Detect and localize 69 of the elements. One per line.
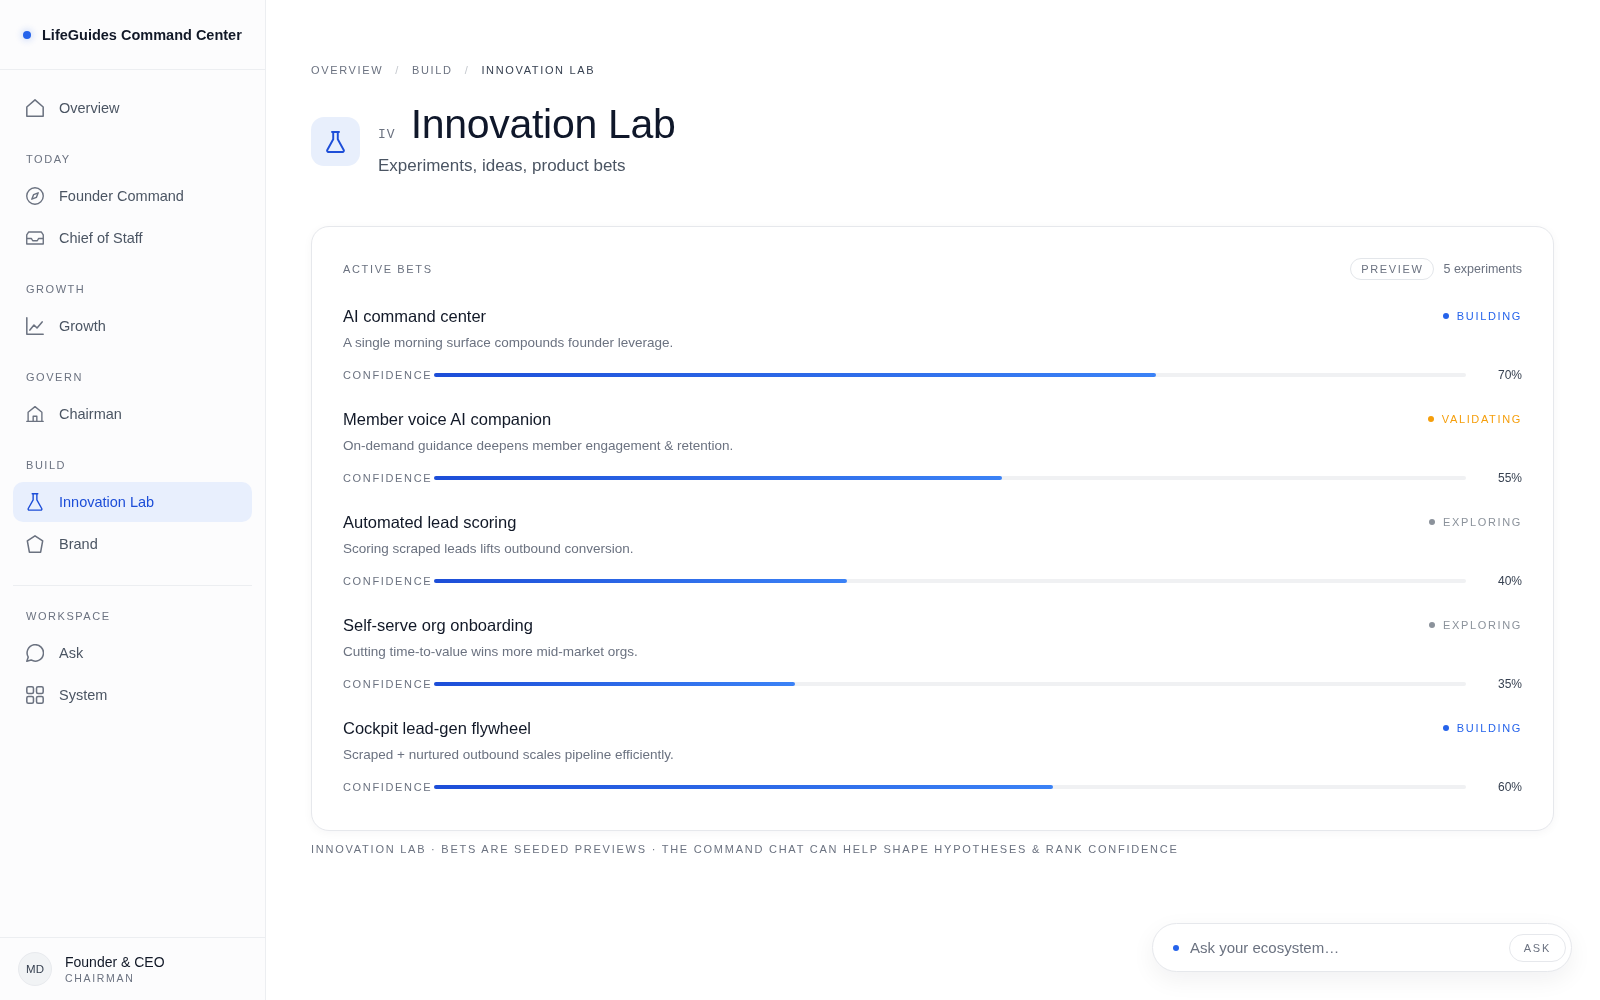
bet-title: AI command center <box>343 306 487 326</box>
user-role: CHAIRMAN <box>65 972 136 984</box>
confidence-label: CONFIDENCE <box>343 472 433 484</box>
bet-description: On-demand guidance deepens member engagement & retention. <box>343 437 735 455</box>
chat-icon <box>26 644 44 662</box>
bet-description: Scraped + nurtured outbound scales pipeline efficiently. <box>343 746 675 764</box>
ask-button[interactable]: ASK <box>1508 933 1566 962</box>
status-text: EXPLORING <box>1442 619 1522 631</box>
inbox-icon <box>26 229 44 247</box>
section-label: GOVERN <box>26 370 84 384</box>
breadcrumb-separator: / <box>395 63 400 78</box>
sidebar-item[interactable]: Ask <box>13 633 252 673</box>
bet-title: Self-serve org onboarding <box>343 615 533 635</box>
sidebar-item[interactable]: Chief of Staff <box>13 218 252 258</box>
confidence-label: CONFIDENCE <box>343 575 433 587</box>
card-label: ACTIVE BETS <box>343 263 434 275</box>
breadcrumb-link[interactable]: OVERVIEW <box>311 62 384 78</box>
bet-title: Member voice AI companion <box>343 409 552 429</box>
sidebar-item[interactable]: Brand <box>13 524 252 564</box>
bet-title: Automated lead scoring <box>343 512 517 532</box>
bet-title: Cockpit lead-gen flywheel <box>343 718 532 738</box>
confidence-label: CONFIDENCE <box>343 678 433 690</box>
brand-dot-icon <box>23 30 31 39</box>
confidence-value: 40% <box>1496 574 1522 588</box>
ask-field[interactable]: Ask your ecosystem… ASK <box>1152 923 1572 972</box>
page-subtitle: Experiments, ideas, product bets <box>378 155 627 177</box>
section-label: TODAY <box>26 152 72 166</box>
confidence-value: 60% <box>1496 780 1522 794</box>
confidence-value: 55% <box>1496 471 1522 485</box>
confidence-label: CONFIDENCE <box>343 369 433 381</box>
footnote: INNOVATION LAB · BETS ARE SEEDED PREVIEWS · THE COMMAND CHAT CAN HELP SHAPE HYPOTHESES & RANK CONFIDENCE <box>311 842 1180 856</box>
breadcrumb-link[interactable]: BUILD <box>412 62 453 78</box>
confidence-value: 70% <box>1496 368 1522 382</box>
section-numeral: IV <box>378 127 396 142</box>
status-text: EXPLORING <box>1442 516 1522 528</box>
building-icon <box>26 405 44 423</box>
flask-icon <box>26 493 44 511</box>
pentagon-icon <box>26 535 44 553</box>
bet-description: A single morning surface compounds founder leverage. <box>343 334 675 352</box>
flask-icon <box>311 117 360 166</box>
sidebar-item[interactable]: Growth <box>13 306 252 346</box>
experiment-count: 5 experiments <box>1443 262 1522 276</box>
sidebar-item[interactable]: Overview <box>13 88 252 128</box>
confidence-label: CONFIDENCE <box>343 781 433 793</box>
sidebar-item[interactable]: System <box>13 675 252 715</box>
section-label: GROWTH <box>26 282 87 296</box>
status-text: VALIDATING <box>1441 413 1522 425</box>
section-label: BUILD <box>26 458 68 472</box>
sidebar-item[interactable]: Chairman <box>13 394 252 434</box>
sidebar-item[interactable]: Founder Command <box>13 176 252 216</box>
bet-description: Cutting time-to-value wins more mid-market orgs. <box>343 643 639 661</box>
page-title: Innovation Lab <box>410 100 676 148</box>
avatar: MD <box>18 952 52 986</box>
status-text: BUILDING <box>1456 722 1522 734</box>
sidebar-item[interactable]: Innovation Lab <box>13 482 252 522</box>
status-text: BUILDING <box>1456 310 1522 322</box>
section-label: WORKSPACE <box>26 609 112 623</box>
app-title: LifeGuides Command Center <box>42 26 242 43</box>
dot-icon <box>1173 944 1179 951</box>
ask-input[interactable]: Ask your ecosystem… <box>1190 935 1498 960</box>
confidence-value: 35% <box>1496 677 1522 691</box>
bet-description: Scoring scraped leads lifts outbound conversion. <box>343 540 635 558</box>
user-name: Founder & CEO <box>65 954 165 970</box>
breadcrumb-current: INNOVATION LAB <box>481 63 596 78</box>
home-icon <box>26 99 44 117</box>
compass-icon <box>26 187 44 205</box>
breadcrumb-separator: / <box>464 63 470 78</box>
chart-icon <box>26 317 44 335</box>
grid-icon <box>26 686 44 704</box>
